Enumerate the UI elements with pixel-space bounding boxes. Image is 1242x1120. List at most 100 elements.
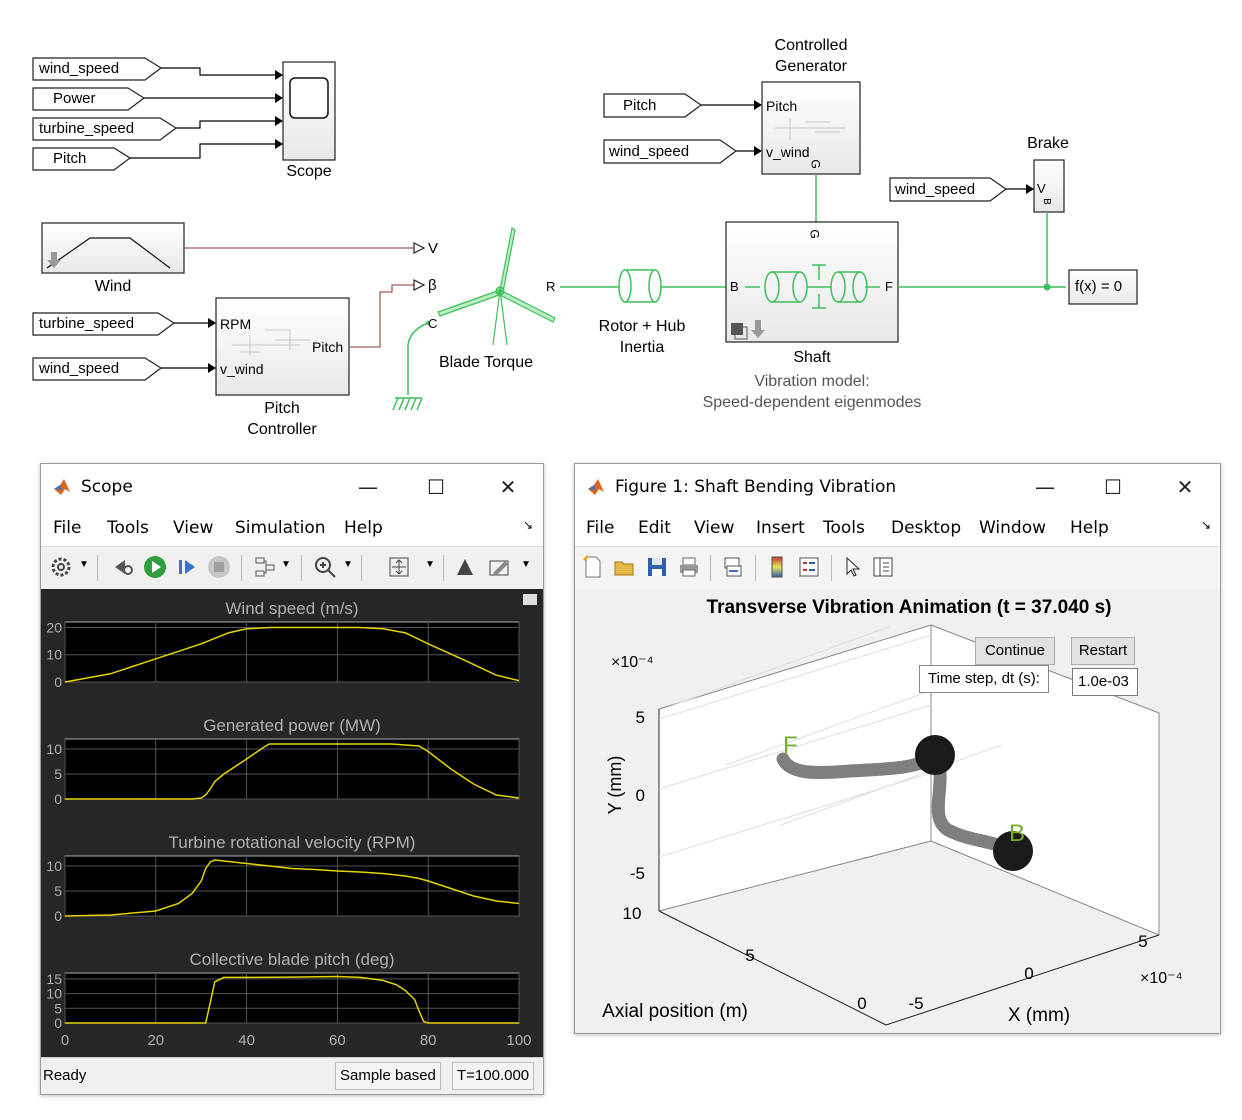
continue-button[interactable]: Continue: [975, 637, 1055, 665]
tag-brake-wind-speed-text: wind_speed: [895, 181, 976, 198]
menu-tools[interactable]: Tools: [823, 518, 865, 538]
x-axis-multiplier: ×10⁻⁴: [1140, 970, 1183, 987]
property-inspector-icon[interactable]: [871, 555, 895, 579]
y-axis-multiplier: ×10⁻⁴: [611, 654, 654, 671]
y-tick-label: 0: [636, 786, 645, 805]
scope-titlebar[interactable]: Scope — ☐ ✕: [41, 464, 543, 510]
y-tick-label: 10: [46, 986, 62, 1002]
open-file-icon[interactable]: [613, 555, 637, 579]
legend-icon[interactable]: [797, 555, 821, 579]
toolbar-separator: [97, 555, 98, 581]
y-tick-label: 5: [54, 766, 62, 782]
new-figure-icon[interactable]: [581, 555, 605, 579]
port-beta-label: β: [428, 277, 437, 294]
settings-gear-icon[interactable]: [49, 555, 73, 579]
menu-help[interactable]: Help: [344, 518, 383, 538]
subplot-title: Wind speed (m/s): [225, 599, 358, 618]
gen-port-g: G: [808, 159, 823, 169]
dock-arrow-icon[interactable]: ↘: [1201, 518, 1211, 532]
menu-simulation[interactable]: Simulation: [235, 518, 326, 538]
generator-label-2: Generator: [774, 58, 848, 75]
tag-pc-turbine-speed-text: turbine_speed: [39, 315, 135, 332]
blade-torque-icon[interactable]: [437, 227, 556, 346]
stop-icon[interactable]: [207, 555, 231, 579]
minimize-button[interactable]: —: [351, 472, 385, 502]
maximize-button[interactable]: ☐: [419, 472, 453, 502]
scope-plot-area: Wind speed (m/s) 0 10 20 Generated power (MW…: [41, 589, 543, 1057]
y-tick-label: 0: [54, 674, 62, 690]
zoom-in-icon[interactable]: [313, 555, 337, 579]
menu-view[interactable]: View: [694, 518, 734, 538]
autoscale-icon[interactable]: [387, 555, 411, 579]
dock-arrow-icon[interactable]: ↘: [523, 518, 533, 532]
menu-file[interactable]: File: [53, 518, 81, 538]
inertia-icon[interactable]: [618, 269, 662, 303]
x-tick-label: -5: [908, 994, 923, 1013]
x-tick-label: 5: [1138, 932, 1147, 951]
menu-edit[interactable]: Edit: [638, 518, 671, 538]
y-tick-label: 0: [54, 908, 62, 924]
menu-window[interactable]: Window: [979, 518, 1046, 538]
style-icon[interactable]: [487, 555, 511, 579]
y-tick-label: 20: [46, 619, 62, 635]
shaft-block[interactable]: [725, 221, 899, 343]
menu-view[interactable]: View: [173, 518, 213, 538]
menu-tools[interactable]: Tools: [107, 518, 149, 538]
figure-titlebar[interactable]: Figure 1: Shaft Bending Vibration — ☐ ✕: [575, 464, 1220, 510]
link-plot-icon[interactable]: [721, 555, 745, 579]
toolbar-separator: [361, 555, 362, 581]
pointer-icon[interactable]: [841, 555, 865, 579]
y-tick-label: -5: [630, 864, 645, 883]
z-tick-label: 0: [857, 994, 866, 1013]
z-tick-label: 5: [745, 946, 754, 965]
menu-help[interactable]: Help: [1070, 518, 1109, 538]
close-button[interactable]: ✕: [1168, 472, 1202, 502]
close-button[interactable]: ✕: [491, 472, 525, 502]
menu-file[interactable]: File: [586, 518, 614, 538]
restart-button[interactable]: Restart: [1071, 637, 1135, 665]
minimize-button[interactable]: —: [1028, 472, 1062, 502]
shaft-port-g: G: [807, 229, 822, 239]
highlight-block-icon[interactable]: [453, 555, 477, 579]
menu-insert[interactable]: Insert: [756, 518, 805, 538]
step-back-icon[interactable]: [111, 555, 135, 579]
undock-icon[interactable]: [523, 594, 537, 605]
y-tick-label: 0: [54, 1015, 62, 1031]
run-icon[interactable]: [143, 555, 167, 579]
endpoint-label-f: F: [783, 732, 798, 759]
scope-statusbar: Ready Sample based T=100.000: [41, 1057, 543, 1094]
shaft-port-f: F: [885, 279, 893, 294]
dropdown-arrow-icon[interactable]: ▼: [425, 559, 435, 570]
figure-window: Figure 1: Shaft Bending Vibration — ☐ ✕ …: [574, 463, 1221, 1034]
dropdown-arrow-icon[interactable]: ▼: [343, 559, 353, 570]
maximize-button[interactable]: ☐: [1096, 472, 1130, 502]
plot-title: Transverse Vibration Animation (t = 37.0…: [707, 597, 1112, 618]
save-icon[interactable]: [645, 555, 669, 579]
y-axis-label: Y (mm): [605, 756, 625, 815]
menu-desktop[interactable]: Desktop: [891, 518, 961, 538]
pc-arrowheads: [208, 318, 216, 373]
signal-selector-icon[interactable]: [253, 555, 277, 579]
toolbar-separator: [831, 555, 832, 581]
x-tick-label: 0: [1024, 964, 1033, 983]
colorbar-icon[interactable]: [765, 555, 789, 579]
x-tick-label: 0: [61, 1032, 69, 1049]
dt-input[interactable]: 1.0e-03: [1072, 668, 1138, 696]
x-tick-label: 60: [329, 1032, 346, 1049]
port-beta-arrow: [413, 279, 426, 291]
y-tick-label: 10: [46, 858, 62, 874]
tag-power-text: Power: [53, 90, 96, 107]
step-forward-icon[interactable]: [175, 555, 199, 579]
wind-block[interactable]: [41, 222, 185, 274]
y-tick-label: 5: [636, 708, 645, 727]
toolbar-separator: [443, 555, 444, 581]
dropdown-arrow-icon[interactable]: ▼: [281, 559, 291, 570]
dt-label: Time step, dt (s):: [919, 665, 1049, 693]
print-icon[interactable]: [677, 555, 701, 579]
y-tick-label: 15: [46, 971, 62, 987]
dropdown-arrow-icon[interactable]: ▼: [79, 559, 89, 570]
subplot-title: Generated power (MW): [203, 716, 381, 735]
dropdown-arrow-icon[interactable]: ▼: [521, 559, 531, 570]
figure-menubar: File Edit View Insert Tools Desktop Wind…: [575, 510, 1220, 544]
subplot-title: Turbine rotational velocity (RPM): [169, 833, 416, 852]
